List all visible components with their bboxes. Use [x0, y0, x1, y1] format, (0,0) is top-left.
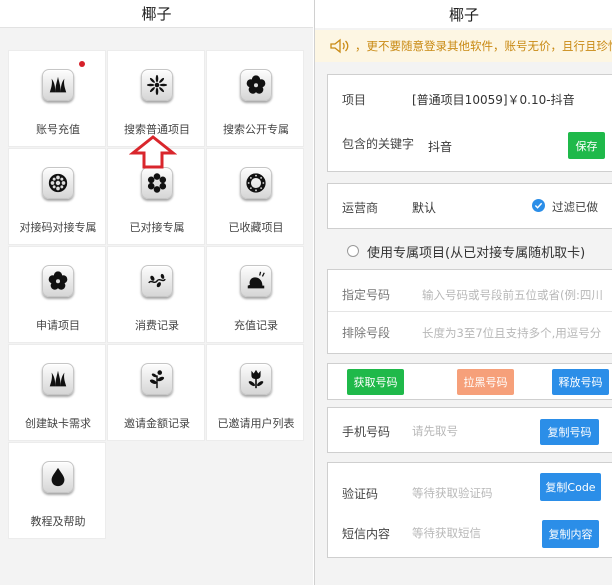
filter-done-checkbox[interactable] — [532, 199, 545, 212]
menu-item-invited-users-list[interactable]: 已邀请用户列表 — [206, 344, 304, 441]
specify-number-input[interactable]: 输入号码或号段前五位或省(例:四川 — [422, 287, 612, 303]
menu-item-label: 对接码对接专属 — [19, 221, 97, 234]
menu-item-favorite-projects[interactable]: 已收藏项目 — [206, 148, 304, 245]
grass-icon — [42, 69, 74, 101]
get-number-screen: 椰子 ，更不要随意登录其他软件，账号无价，且行且珍惜 项目 [普通项目10059… — [314, 0, 612, 585]
project-label: 项目 — [342, 93, 367, 107]
menu-item-label: 搜索公开专属 — [223, 123, 289, 136]
menu-item-recharge-account[interactable]: 账号充值 — [8, 50, 106, 147]
menu-item-search-normal-project[interactable]: 搜索普通项目 — [107, 50, 205, 147]
menu-item-label: 账号充值 — [36, 123, 80, 136]
save-button[interactable]: 保存 — [568, 132, 605, 159]
use-exclusive-label: 使用专属项目(从已对接专属随机取卡) — [367, 246, 586, 261]
menu-item-search-public-exclusive[interactable]: 搜索公开专属 — [206, 50, 304, 147]
actions-section: 获取号码 拉黑号码 释放号码 — [327, 363, 612, 400]
operator-label: 运营商 — [342, 201, 379, 215]
phone-section: 手机号码 请先取号 复制号码 — [327, 407, 612, 453]
operator-value[interactable]: 默认 — [412, 199, 436, 216]
block-number-button[interactable]: 拉黑号码 — [457, 369, 514, 395]
get-number-button[interactable]: 获取号码 — [347, 369, 404, 395]
verification-code-value: 等待获取验证码 — [412, 486, 493, 500]
tulip-icon — [240, 363, 272, 395]
specify-number-label: 指定号码 — [342, 288, 391, 302]
notice-bar: ，更不要随意登录其他软件，账号无价，且行且珍惜 — [315, 30, 612, 62]
wreath-icon — [240, 167, 272, 199]
keyword-value[interactable]: 抖音 — [428, 138, 452, 155]
keyword-label: 包含的关键字 — [342, 137, 415, 151]
snail-icon — [240, 265, 272, 297]
use-exclusive-radio[interactable] — [347, 245, 359, 257]
filter-done-label: 过滤已做 — [552, 200, 598, 214]
sms-section: 验证码 等待获取验证码 复制Code 短信内容 等待获取短信 复制内容 — [327, 462, 612, 558]
menu-item-label: 教程及帮助 — [30, 515, 86, 528]
phone-number-value: 请先取号 — [412, 424, 458, 438]
verification-code-label: 验证码 — [342, 487, 379, 501]
menu-item-recharge-records[interactable]: 充值记录 — [206, 246, 304, 343]
menu-item-label: 充值记录 — [234, 319, 278, 332]
flower-icon — [240, 69, 272, 101]
divider — [328, 311, 612, 312]
daisy-icon — [141, 167, 173, 199]
sms-content-value: 等待获取短信 — [412, 526, 481, 540]
notification-dot — [79, 61, 85, 67]
number-filter-section: 指定号码 输入号码或号段前五位或省(例:四川 排除号段 长度为3至7位且支持多个… — [327, 269, 612, 354]
copy-content-button[interactable]: 复制内容 — [542, 520, 599, 548]
release-number-button[interactable]: 释放号码 — [552, 369, 609, 395]
project-section: 项目 [普通项目10059]￥0.10-抖音 包含的关键字 抖音 保存 — [327, 74, 612, 172]
drop-icon — [42, 461, 74, 493]
page-title: 椰子 — [315, 0, 612, 28]
home-title: 椰子 — [0, 0, 313, 28]
copy-number-button[interactable]: 复制号码 — [540, 419, 599, 445]
up-arrow-icon — [129, 135, 177, 169]
menu-item-connect-code-exclusive[interactable]: 对接码对接专属 — [8, 148, 106, 245]
menu-item-label: 已邀请用户列表 — [217, 417, 295, 430]
menu-item-invite-amount-records[interactable]: 邀请金额记录 — [107, 344, 205, 441]
menu-item-label: 邀请金额记录 — [124, 417, 190, 430]
menu-item-consumption-records[interactable]: 消费记录 — [107, 246, 205, 343]
burst-flower-icon — [141, 69, 173, 101]
grass-icon — [42, 363, 74, 395]
menu-item-label: 已对接专属 — [129, 221, 185, 234]
plant-icon — [141, 363, 173, 395]
ornament-flower-icon — [42, 167, 74, 199]
menu-item-label: 已收藏项目 — [228, 221, 284, 234]
sms-content-label: 短信内容 — [342, 527, 391, 541]
flower-icon — [42, 265, 74, 297]
checkmark-icon — [534, 202, 543, 209]
menu-item-tutorial-help[interactable]: 教程及帮助 — [8, 442, 106, 539]
exclude-prefix-label: 排除号段 — [342, 326, 391, 340]
phone-number-label: 手机号码 — [342, 425, 391, 439]
home-screen: 椰子 账号充值 搜索普通项目 搜索公开专属 对接码对接专属 已对接专属 已收藏项… — [0, 0, 313, 585]
speaker-icon — [330, 38, 349, 54]
menu-item-label: 申请项目 — [36, 319, 80, 332]
menu-item-label: 创建缺卡需求 — [25, 417, 91, 430]
menu-item-label: 消费记录 — [135, 319, 179, 332]
vine-icon — [141, 265, 173, 297]
menu-item-apply-project[interactable]: 申请项目 — [8, 246, 106, 343]
copy-code-button[interactable]: 复制Code — [540, 473, 601, 501]
project-value: [普通项目10059]￥0.10-抖音 — [412, 93, 575, 107]
notice-text: ，更不要随意登录其他软件，账号无价，且行且珍惜 — [355, 39, 612, 53]
exclude-prefix-input[interactable]: 长度为3至7位且支持多个,用逗号分 — [422, 325, 612, 341]
operator-section: 运营商 默认 过滤已做 — [327, 183, 612, 229]
menu-item-create-card-demand[interactable]: 创建缺卡需求 — [8, 344, 106, 441]
